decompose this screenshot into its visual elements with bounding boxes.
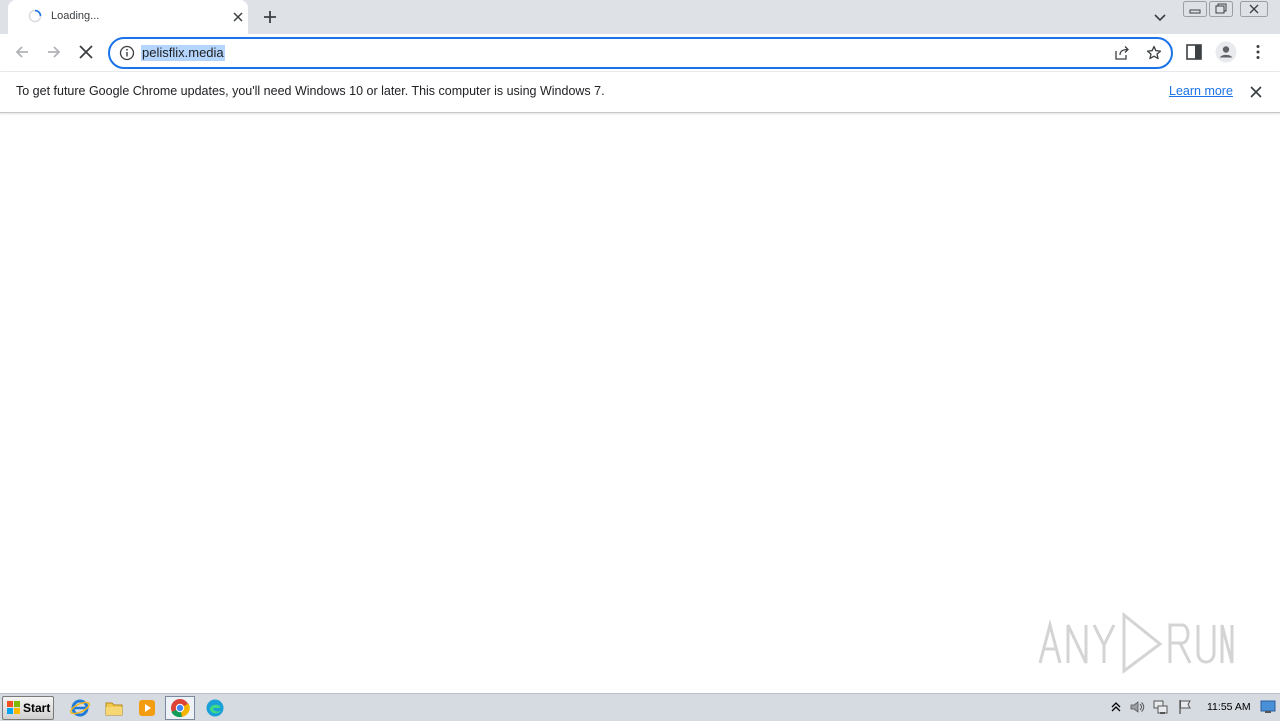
- share-icon[interactable]: [1114, 45, 1130, 61]
- infobar-message: To get future Google Chrome updates, you…: [16, 84, 605, 98]
- browser-toolbar: pelisflix.media: [0, 34, 1280, 72]
- tab-close-icon[interactable]: [231, 10, 245, 24]
- window-restore-icon[interactable]: [1209, 1, 1233, 17]
- taskbar-clock[interactable]: 11:55 AM: [1207, 701, 1251, 713]
- tab-active[interactable]: Loading...: [8, 0, 248, 34]
- learn-more-link[interactable]: Learn more: [1169, 84, 1233, 98]
- folder-icon[interactable]: [103, 697, 125, 719]
- kebab-menu-icon[interactable]: [1248, 42, 1268, 62]
- windows-taskbar: Start 11:55 AM: [0, 693, 1280, 721]
- stop-loading-icon[interactable]: [76, 42, 96, 62]
- new-tab-plus-icon[interactable]: [260, 7, 280, 27]
- window-close-icon[interactable]: [1240, 1, 1268, 17]
- tab-search-chevron-down-icon[interactable]: [1152, 9, 1168, 25]
- infobar-close-icon[interactable]: [1248, 84, 1264, 100]
- action-center-flag-icon[interactable]: [1177, 699, 1193, 715]
- start-button[interactable]: Start: [2, 696, 54, 720]
- update-infobar: To get future Google Chrome updates, you…: [0, 72, 1280, 113]
- show-hidden-icons-icon[interactable]: [1108, 699, 1124, 715]
- url-text[interactable]: pelisflix.media: [141, 45, 225, 61]
- windows-logo-icon: [7, 701, 20, 714]
- edge-icon[interactable]: [204, 697, 226, 719]
- chrome-icon: [171, 699, 190, 718]
- window-minimize-icon[interactable]: [1183, 1, 1207, 17]
- site-info-icon[interactable]: [119, 45, 135, 61]
- tab-title: Loading...: [51, 10, 100, 22]
- loading-spinner-icon: [28, 9, 42, 23]
- volume-icon[interactable]: [1129, 699, 1145, 715]
- page-content: [0, 114, 1280, 692]
- omnibox[interactable]: pelisflix.media: [108, 37, 1173, 69]
- profile-icon[interactable]: [1215, 41, 1237, 63]
- chrome-taskbar-button[interactable]: [165, 696, 195, 720]
- internet-explorer-icon[interactable]: [69, 697, 91, 719]
- side-panel-icon[interactable]: [1184, 42, 1204, 62]
- media-player-icon[interactable]: [136, 697, 158, 719]
- back-arrow-left-icon[interactable]: [12, 42, 32, 62]
- anyrun-watermark-logo: [1038, 611, 1234, 674]
- start-label: Start: [23, 701, 51, 715]
- network-icon[interactable]: [1152, 699, 1168, 715]
- show-desktop-icon[interactable]: [1260, 698, 1276, 714]
- tab-strip: Loading...: [0, 0, 1280, 34]
- forward-arrow-right-icon[interactable]: [44, 42, 64, 62]
- bookmark-star-icon[interactable]: [1146, 45, 1162, 61]
